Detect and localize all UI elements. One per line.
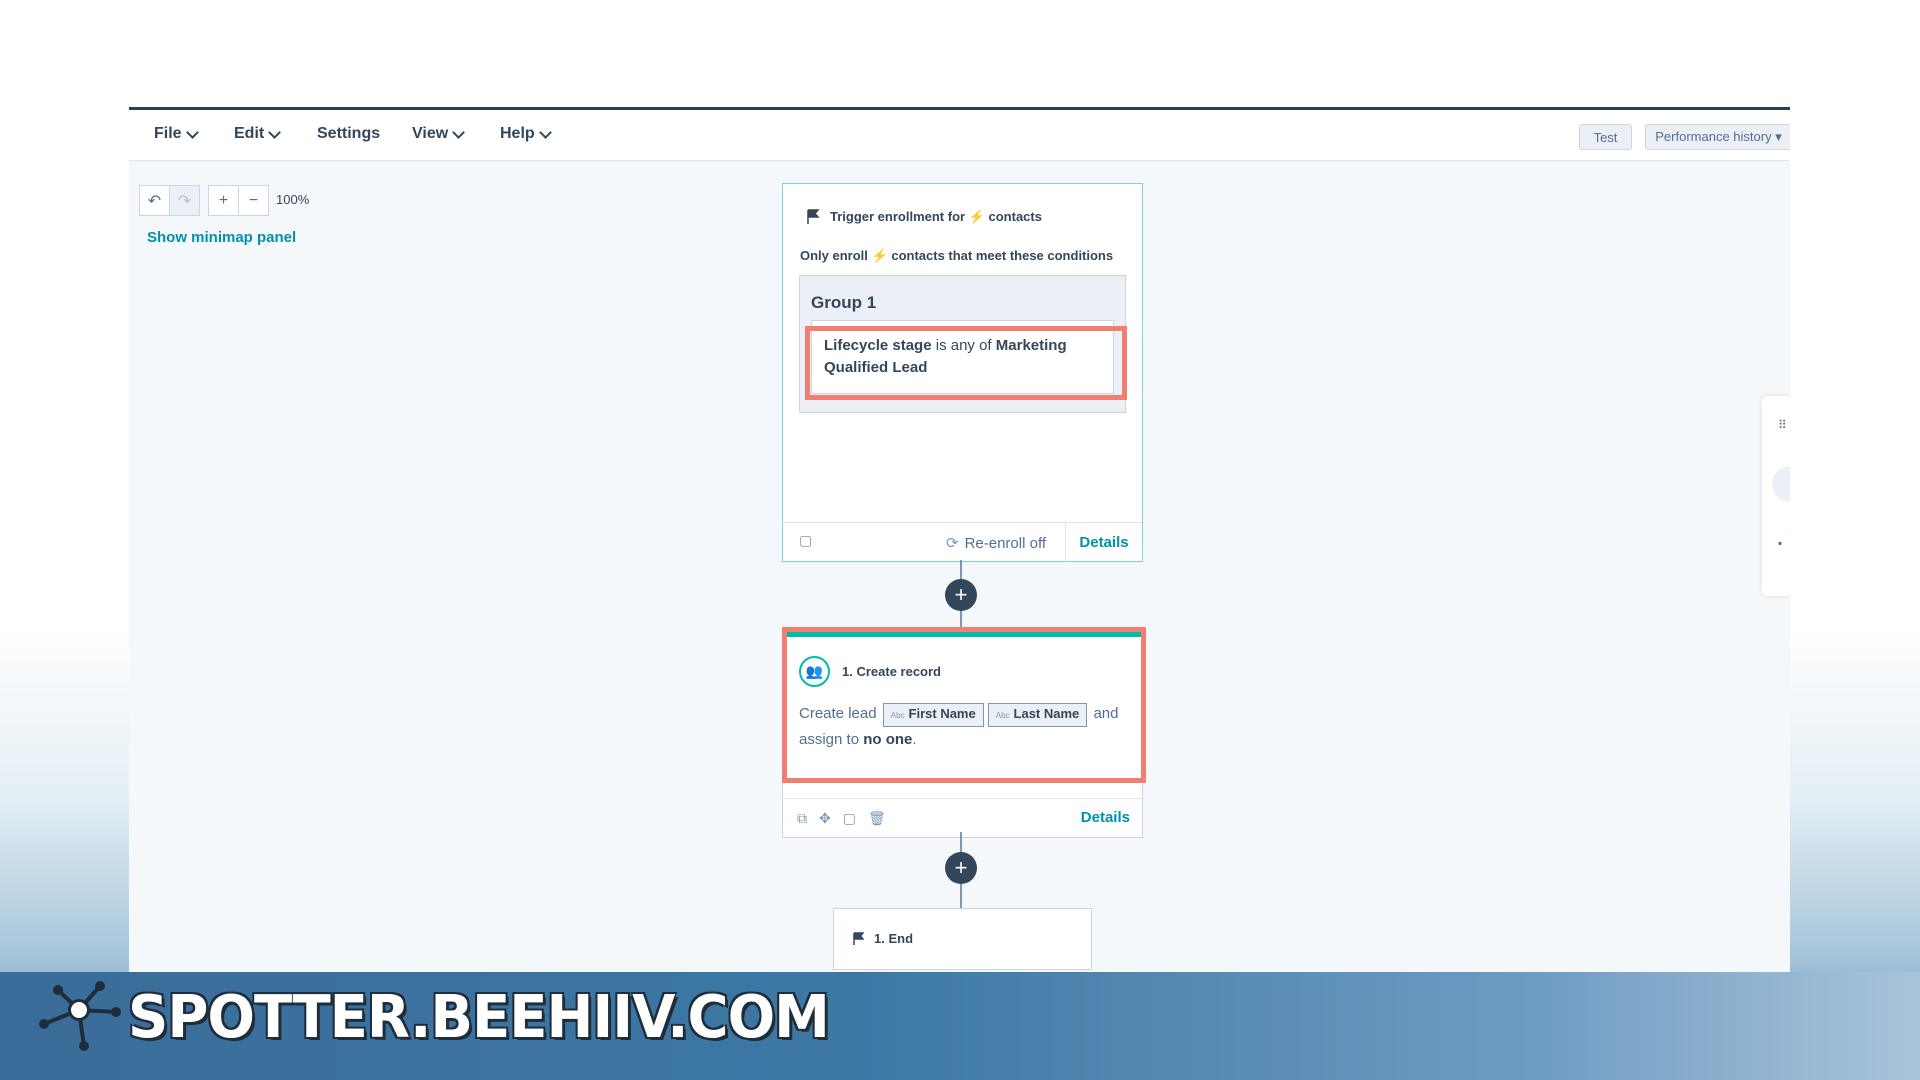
show-minimap-link[interactable]: Show minimap panel xyxy=(147,229,296,246)
group-title: Group 1 xyxy=(811,293,877,312)
action-title: 1. Create record xyxy=(842,664,941,679)
trigger-subtitle: Only enroll ⚡ contacts that meet these c… xyxy=(800,248,1114,263)
chevron-down-icon xyxy=(452,125,466,139)
collapse-button[interactable] xyxy=(1772,466,1790,502)
chevron-down-icon xyxy=(268,125,282,139)
action-footer: ⧉ ✥ ▢ 🗑 Details xyxy=(783,798,1142,837)
performance-history-button[interactable]: Performance history ▾ xyxy=(1645,124,1790,150)
zoom-in-button[interactable]: + xyxy=(208,185,239,216)
redo-button[interactable]: ↷ xyxy=(169,185,200,216)
zoom-level: 100% xyxy=(276,192,310,207)
lightning-icon: ⚡ xyxy=(968,209,985,224)
condition-group: Group 1 Lifecycle stage is any of Market… xyxy=(799,275,1126,413)
side-panel: ⠿ ▪ xyxy=(1762,396,1790,596)
refresh-icon: ⟳ xyxy=(946,535,959,552)
zoom-out-button[interactable]: − xyxy=(238,185,269,216)
grid-icon[interactable]: ⠿ xyxy=(1778,418,1787,432)
lightning-icon: ⚡ xyxy=(871,248,888,263)
trigger-details-link[interactable]: Details xyxy=(1065,523,1142,561)
flag-icon xyxy=(853,931,864,945)
last-name-token: Abc Last Name xyxy=(987,703,1088,727)
menu-file[interactable]: File xyxy=(154,125,199,143)
move-icon[interactable]: ✥ xyxy=(819,810,831,827)
undo-button[interactable]: ↶ xyxy=(139,185,170,216)
trigger-heading: Trigger enrollment for ⚡ contacts xyxy=(806,209,1042,225)
chevron-down-icon xyxy=(538,125,552,139)
trigger-card[interactable]: Trigger enrollment for ⚡ contacts Only e… xyxy=(782,183,1143,562)
first-name-token: Abc First Name xyxy=(882,703,984,727)
end-card[interactable]: 1. End xyxy=(833,908,1092,970)
action-details-link[interactable]: Details xyxy=(1081,809,1130,826)
clipboard-icon[interactable]: ▢ xyxy=(799,532,812,549)
users-icon: 👥 xyxy=(799,656,830,687)
add-action-button[interactable]: + xyxy=(945,579,977,611)
flag-icon xyxy=(807,209,820,224)
create-record-action-card[interactable]: 👥 1. Create record Create lead Abc First … xyxy=(782,632,1143,838)
test-button[interactable]: Test xyxy=(1579,124,1632,150)
copy-icon[interactable]: ⧉ xyxy=(797,810,807,827)
trigger-footer: ▢ ⟳ Re-enroll off Details xyxy=(783,522,1142,561)
menu-edit[interactable]: Edit xyxy=(234,125,282,143)
action-description: Create lead Abc First Name Abc Last Name an… xyxy=(799,703,1119,748)
menu-view[interactable]: View xyxy=(412,125,466,143)
filter-condition[interactable]: Lifecycle stage is any of Marketing Qual… xyxy=(811,320,1114,394)
workflow-editor: File Edit Settings View Help Test Perfor… xyxy=(129,107,1790,975)
molecule-logo-icon xyxy=(39,981,121,1051)
clipboard-icon[interactable]: ▢ xyxy=(843,810,856,827)
reenroll-status[interactable]: ⟳ Re-enroll off xyxy=(946,534,1046,553)
comment-icon[interactable]: ▪ xyxy=(1778,536,1782,550)
add-action-button[interactable]: + xyxy=(945,852,977,884)
chevron-down-icon xyxy=(185,125,199,139)
menu-settings[interactable]: Settings xyxy=(317,125,380,143)
watermark-text: SPOTTER.BEEHIIV.COM xyxy=(128,983,830,1052)
trash-icon[interactable]: 🗑 xyxy=(868,810,886,827)
menu-bar: File Edit Settings View Help Test Perfor… xyxy=(129,110,1790,161)
menu-help[interactable]: Help xyxy=(500,125,552,143)
